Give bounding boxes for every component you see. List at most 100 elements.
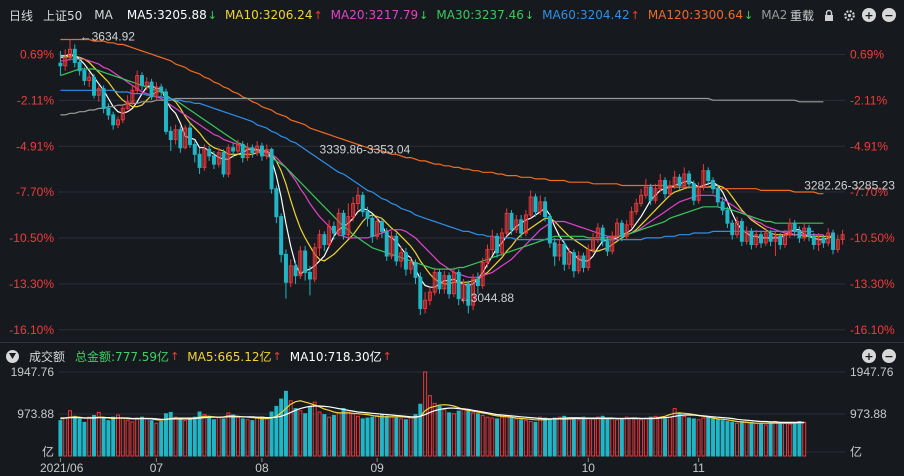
candle-body xyxy=(207,148,212,157)
price-axis-label-left: 0.69% xyxy=(20,47,54,61)
candle-body xyxy=(600,227,605,242)
price-axis-label-right: -2.11% xyxy=(850,93,887,107)
volume-bar xyxy=(759,423,764,457)
ma-line-ma10 xyxy=(60,55,833,285)
volume-bar xyxy=(610,418,615,457)
volume-bar xyxy=(519,419,524,457)
candle-body xyxy=(648,186,653,201)
volume-bar xyxy=(567,417,572,457)
volume-axis-label-left: 973.88 xyxy=(17,407,54,421)
candle-body xyxy=(293,265,298,277)
candle-body xyxy=(394,235,399,262)
volume-bar xyxy=(744,420,749,457)
volume-bar xyxy=(231,414,236,457)
volume-axis-label-left: 亿 xyxy=(42,444,54,459)
volume-bar xyxy=(346,410,351,457)
volume-bar xyxy=(312,401,317,457)
price-axis-label-left: -13.30% xyxy=(9,277,54,291)
candlestick-chart[interactable]: 0.69% 0.69% -2.11% -2.11% -4.91% -4.91% -7.70%… xyxy=(0,0,904,476)
volume-bar xyxy=(135,417,140,457)
candle-body xyxy=(365,211,370,219)
volume-axis-label-right: 1947.76 xyxy=(850,365,894,379)
candle-body xyxy=(778,235,783,246)
candle-body xyxy=(360,194,365,213)
volume-bar xyxy=(720,420,725,457)
candle-body xyxy=(403,252,408,270)
candle-body xyxy=(677,176,682,186)
volume-bar xyxy=(624,416,629,457)
volume-bar xyxy=(187,417,192,457)
candle-body xyxy=(619,222,624,237)
volume-bar xyxy=(730,421,735,457)
candle-body xyxy=(571,252,576,272)
volume-bar xyxy=(274,405,279,457)
volume-bar xyxy=(115,414,120,457)
candle-body xyxy=(279,216,284,255)
candle-body xyxy=(82,70,87,81)
candle-body xyxy=(691,183,696,201)
volume-bar xyxy=(691,418,696,457)
volume-bar xyxy=(797,420,802,457)
ma-line-ma5 xyxy=(60,53,834,288)
ma-line-ma20 xyxy=(60,58,824,278)
candle-body xyxy=(322,234,327,246)
candle-body xyxy=(259,145,264,157)
volume-bar xyxy=(648,416,653,457)
x-axis-label: 10 xyxy=(582,461,596,475)
volume-bar xyxy=(245,419,250,457)
volume-bar xyxy=(533,421,538,457)
volume-bar xyxy=(72,415,77,457)
volume-bar xyxy=(317,411,322,457)
candle-body xyxy=(687,173,692,185)
volume-bar xyxy=(413,414,418,457)
candle-body xyxy=(552,242,557,257)
price-axis-label-right: -13.30% xyxy=(850,277,895,291)
volume-bar xyxy=(591,418,596,457)
candle-body xyxy=(706,170,711,182)
volume-bar xyxy=(792,422,797,457)
volume-bar xyxy=(658,417,663,457)
volume-bar xyxy=(226,412,231,457)
volume-bar xyxy=(667,416,672,457)
volume-bar xyxy=(154,422,159,457)
volume-bar xyxy=(207,417,212,457)
price-axis-label-left: -16.10% xyxy=(9,323,54,337)
volume-bar xyxy=(687,417,692,457)
candle-body xyxy=(711,180,716,190)
volume-bar xyxy=(538,416,543,457)
price-annotation: 3282.26-3285.23 xyxy=(804,179,895,193)
candle-body xyxy=(139,75,144,86)
volume-bar xyxy=(394,417,399,457)
price-axis-label-right: -4.91% xyxy=(850,139,888,153)
volume-bar xyxy=(211,419,216,457)
x-axis-label: 09 xyxy=(370,461,384,475)
candle-body xyxy=(663,180,668,195)
candle-body xyxy=(77,61,82,72)
x-axis-label: 08 xyxy=(255,461,269,475)
volume-bar xyxy=(288,400,293,457)
volume-bar xyxy=(77,418,82,457)
volume-bar xyxy=(461,408,466,457)
volume-bar xyxy=(629,417,634,457)
volume-bar xyxy=(778,421,783,457)
candle-body xyxy=(250,147,255,154)
volume-bar xyxy=(682,415,687,457)
volume-bar xyxy=(120,417,125,457)
volume-axis-label-left: 1947.76 xyxy=(11,365,55,379)
volume-bar xyxy=(375,414,380,457)
volume-bar xyxy=(595,416,600,457)
volume-bar xyxy=(543,417,548,457)
volume-bar xyxy=(139,416,144,457)
price-axis-label-left: -7.70% xyxy=(16,185,54,199)
candle-body xyxy=(379,221,384,232)
volume-bar xyxy=(63,417,68,457)
volume-bar xyxy=(783,422,788,457)
volume-bar xyxy=(485,416,490,457)
volume-bar xyxy=(768,422,773,457)
volume-bar xyxy=(547,418,552,457)
volume-bar xyxy=(255,417,260,457)
volume-bar xyxy=(634,418,639,457)
candle-body xyxy=(240,143,245,159)
volume-bar xyxy=(298,410,303,457)
volume-bar xyxy=(499,416,504,457)
